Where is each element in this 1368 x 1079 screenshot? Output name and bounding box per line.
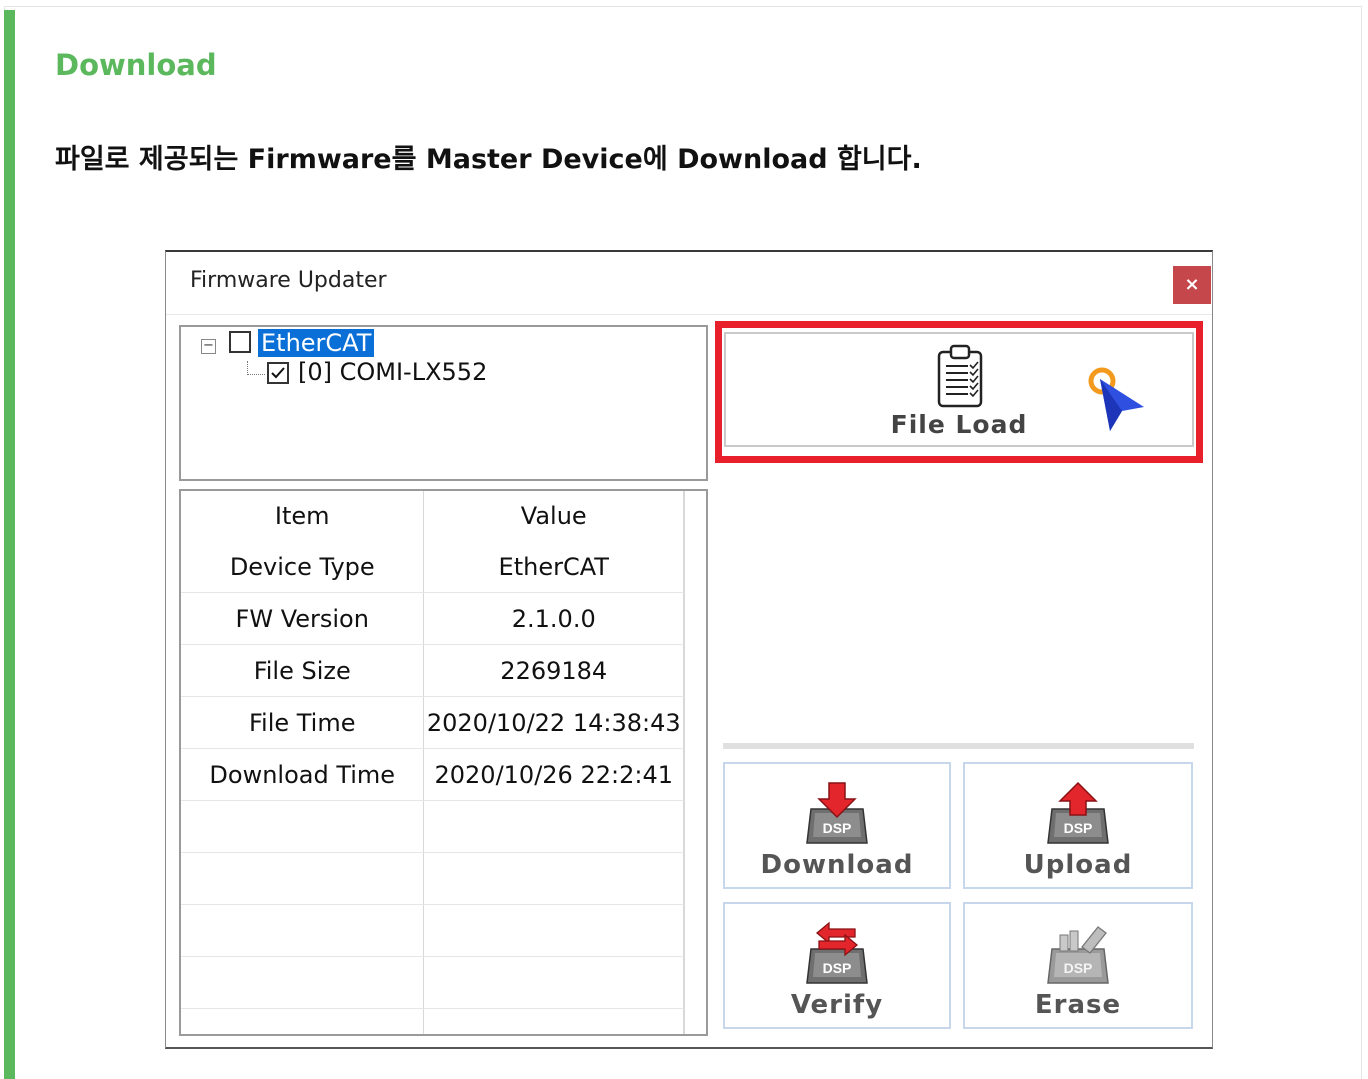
- svg-text:DSP: DSP: [823, 820, 852, 836]
- column-header-value[interactable]: Value: [423, 491, 684, 541]
- table-row: File Time 2020/10/22 14:38:43: [181, 696, 684, 749]
- verify-button[interactable]: DSP Verify: [723, 902, 951, 1029]
- device-tree[interactable]: − EtherCAT [0] COMI-LX552: [179, 325, 708, 481]
- dsp-erase-icon: DSP: [1047, 926, 1109, 984]
- dsp-download-icon: DSP: [806, 782, 868, 844]
- value-cell: 2020/10/26 22:2:41: [423, 748, 684, 801]
- card-accent-bar: [4, 10, 15, 1079]
- section-description: 파일로 제공되는 Firmware를 Master Device에 Downlo…: [55, 144, 922, 175]
- client-top-border: [166, 314, 1212, 315]
- item-cell: File Time: [181, 696, 425, 749]
- close-button[interactable]: ×: [1173, 266, 1211, 304]
- value-cell: 2020/10/22 14:38:43: [423, 696, 684, 749]
- window-title: Firmware Updater: [190, 268, 387, 293]
- upload-label: Upload: [1023, 850, 1133, 880]
- tree-connector: [247, 361, 248, 375]
- empty-row: [181, 956, 684, 1009]
- svg-text:DSP: DSP: [1064, 960, 1093, 976]
- grid-right-border: [684, 491, 685, 1034]
- pointer-cursor-icon: [1088, 367, 1144, 431]
- section-heading: Download: [55, 48, 217, 82]
- item-cell: FW Version: [181, 592, 425, 645]
- dsp-verify-icon: DSP: [806, 921, 868, 984]
- dsp-upload-icon: DSP: [1047, 781, 1109, 844]
- child-checkbox[interactable]: [267, 362, 289, 384]
- verify-label: Verify: [790, 990, 884, 1020]
- empty-row: [181, 800, 684, 853]
- download-label: Download: [760, 850, 914, 880]
- column-header-item[interactable]: Item: [181, 491, 425, 541]
- table-row: Download Time 2020/10/26 22:2:41: [181, 748, 684, 801]
- progress-separator: [723, 743, 1194, 749]
- table-row: Device Type EtherCAT: [181, 541, 684, 593]
- info-table: Item Value Device Type EtherCAT FW Versi…: [179, 489, 708, 1036]
- upload-button[interactable]: DSP Upload: [963, 762, 1193, 889]
- tree-connector: [247, 374, 265, 375]
- svg-text:DSP: DSP: [1064, 820, 1093, 836]
- firmware-updater-window: Firmware Updater × − EtherCAT [0] COMI-L…: [165, 250, 1213, 1049]
- empty-row: [181, 904, 684, 957]
- value-cell: 2269184: [423, 644, 684, 697]
- empty-row: [181, 1008, 684, 1034]
- value-cell: EtherCAT: [423, 541, 684, 593]
- value-cell: 2.1.0.0: [423, 592, 684, 645]
- erase-label: Erase: [1034, 990, 1122, 1020]
- svg-text:DSP: DSP: [823, 960, 852, 976]
- erase-button[interactable]: DSP Erase: [963, 902, 1193, 1029]
- root-checkbox[interactable]: [229, 331, 251, 353]
- item-cell: File Size: [181, 644, 425, 697]
- empty-row: [181, 852, 684, 905]
- table-row: File Size 2269184: [181, 644, 684, 697]
- item-cell: Download Time: [181, 748, 425, 801]
- check-mark-icon: [271, 367, 285, 379]
- table-row: FW Version 2.1.0.0: [181, 592, 684, 645]
- download-button[interactable]: DSP Download: [723, 762, 951, 889]
- tree-root-label[interactable]: EtherCAT: [258, 329, 375, 357]
- tree-collapse-toggle[interactable]: −: [201, 339, 216, 354]
- item-cell: Device Type: [181, 541, 425, 593]
- tree-child-label[interactable]: [0] COMI-LX552: [298, 356, 487, 388]
